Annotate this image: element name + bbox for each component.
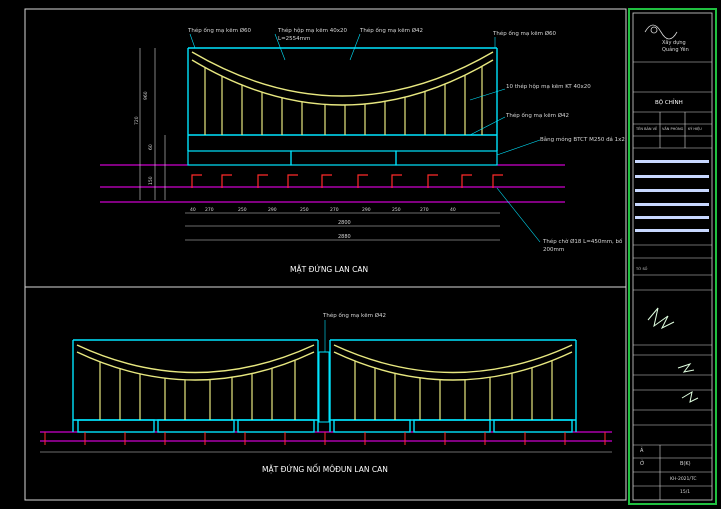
dim-label: 290: [362, 207, 371, 213]
dim-label: 720: [134, 116, 140, 125]
dim-label: 960: [143, 91, 149, 100]
dimension-labels-row: 40 270 250 290 250 270 290 250 270 40: [190, 207, 456, 213]
module-joint: [318, 351, 330, 423]
bottom-vertical-bars: [99, 360, 553, 420]
bottom-elevation-view: [40, 320, 612, 453]
callout-box-40x20: Thép hộp mạ kẽm 40x20: [277, 27, 347, 34]
callout-anchor: Thép chờ Ø18 L=450mm, bố: [542, 238, 623, 245]
callout-bottom-pipe-42: Thép ống mạ kẽm Ø42: [322, 312, 386, 319]
anchor-bar: [391, 174, 402, 188]
label-sheet: TỜ SỐ: [635, 266, 648, 271]
curved-top-rails: [191, 51, 494, 106]
bottom-view-title: MẶT ĐỨNG NỐI MÔĐUN LAN CAN: [262, 464, 388, 474]
label-ky-hieu: KÝ HIỆU: [688, 126, 702, 131]
label-tieu-de: VĂN PHÒNG: [662, 126, 684, 131]
callout-post-pipe-60-right: Thép ống mạ kẽm Ø60: [492, 30, 557, 37]
railing-frame: [187, 47, 498, 151]
callout-foundation: Bằng móng BTCT M250 đá 1x2: [540, 136, 625, 143]
anchor-bars: [191, 174, 503, 188]
anchor-bar: [221, 174, 232, 188]
title-block: [628, 8, 717, 505]
callout-pipe-42-top: Thép ống mạ kẽm Ø42: [359, 27, 423, 34]
callout-pipe-42-mid: Thép ống mạ kẽm Ø42: [505, 112, 569, 119]
company-line-2: Quảng Yên: [662, 46, 689, 53]
anchor-bar: [492, 174, 503, 188]
bottom-anchors: [44, 432, 606, 445]
callout-box-kt: 10 thép hộp mạ kẽm KT 40x20: [506, 83, 591, 90]
dim-label: 270: [205, 207, 214, 213]
label-ten-ban-ve: TÊN BẢN VẼ: [635, 126, 657, 131]
bottom-curved-rails: [76, 344, 573, 381]
dim-label: 290: [268, 207, 277, 213]
project-header: BỘ CHỈNH: [655, 98, 683, 106]
dim-label: 250: [300, 207, 309, 213]
field-c: B(K): [680, 461, 691, 467]
callout-length: L=2554mm: [278, 36, 310, 42]
dim-label: 270: [330, 207, 339, 213]
anchor-bar: [357, 174, 368, 188]
dim-label: 150: [148, 176, 154, 185]
dim-total-outer: 2880: [338, 234, 351, 240]
dim-label: 40: [450, 207, 456, 213]
callout-post-pipe-60: Thép ống mạ kẽm Ø60: [187, 27, 252, 34]
cad-drawing-canvas: Thép ống mạ kẽm Ø60 Thép hộp mạ kẽm 40x2…: [24, 8, 717, 505]
anchor-bar: [427, 174, 438, 188]
callout-anchor-2: 200mm: [543, 247, 564, 253]
dim-label: 40: [190, 207, 196, 213]
dim-label: 270: [420, 207, 429, 213]
dim-total-inner: 2800: [338, 220, 351, 226]
dimension-labels-left: 960 720 60 150: [134, 91, 154, 185]
dim-label: 60: [148, 144, 154, 150]
top-view-title: MẶT ĐỨNG LAN CAN: [290, 265, 368, 274]
field-b: Ở: [640, 459, 645, 467]
bottom-rail-blocks: [187, 150, 498, 166]
bottom-foundation-lines: [40, 431, 612, 442]
company-logo-icon: [644, 24, 678, 40]
field-d: KH-2021/TC: [670, 476, 697, 482]
field-e: 15/1: [680, 489, 690, 495]
company-line-1: Xây dựng: [662, 39, 686, 46]
module-left-frame: [72, 339, 319, 433]
dim-label: 250: [392, 207, 401, 213]
drawing-border: [24, 8, 627, 501]
anchor-bar: [461, 174, 472, 188]
foundation-lines: [100, 164, 565, 203]
module-right-frame: [329, 339, 577, 433]
anchor-bar: [321, 174, 332, 188]
anchor-bar: [191, 174, 202, 188]
title-block-highlights: [635, 160, 709, 232]
anchor-bar: [257, 174, 268, 188]
dim-label: 250: [238, 207, 247, 213]
field-a: Ả: [640, 446, 644, 454]
anchor-bar: [287, 174, 298, 188]
